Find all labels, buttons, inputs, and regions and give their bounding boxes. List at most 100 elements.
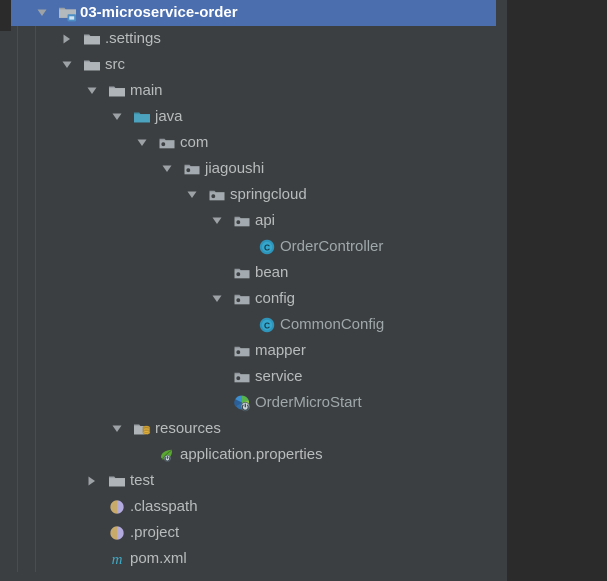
indent-guide bbox=[17, 364, 18, 390]
project-explorer-window: 03-microservice-order .settings src main… bbox=[0, 0, 607, 581]
indent-guide bbox=[35, 182, 36, 208]
indent-guide bbox=[17, 104, 18, 130]
java-class-icon: C bbox=[258, 316, 276, 334]
package-icon bbox=[233, 368, 251, 386]
tree-row-label: src bbox=[105, 56, 125, 73]
tree-row[interactable]: test bbox=[11, 468, 507, 494]
tree-row[interactable]: service bbox=[11, 364, 507, 390]
tree-row-label: springcloud bbox=[230, 186, 307, 203]
indent-guide bbox=[35, 546, 36, 572]
indent-guide bbox=[35, 390, 36, 416]
tree-row[interactable]: jiagoushi bbox=[11, 156, 507, 182]
maven-pom-icon: m bbox=[108, 550, 126, 568]
java-class-icon: C bbox=[258, 238, 276, 256]
tree-row[interactable]: .classpath bbox=[11, 494, 507, 520]
indent-guide bbox=[17, 78, 18, 104]
package-icon bbox=[233, 212, 251, 230]
indent-guide bbox=[17, 234, 18, 260]
tree-row-label: CommonConfig bbox=[280, 316, 385, 333]
tree-row[interactable]: api bbox=[11, 208, 507, 234]
project-folder-icon bbox=[58, 4, 76, 22]
chevron-down-icon[interactable] bbox=[62, 52, 76, 78]
properties-file-icon bbox=[158, 446, 176, 464]
indent-guide bbox=[35, 104, 36, 130]
tree-row-label: test bbox=[130, 472, 155, 489]
tree-row[interactable]: springcloud bbox=[11, 182, 507, 208]
chevron-down-icon[interactable] bbox=[112, 104, 126, 130]
tree-row-label: jiagoushi bbox=[205, 160, 265, 177]
tree-row[interactable]: application.properties bbox=[11, 442, 507, 468]
spring-boot-app-icon bbox=[233, 394, 251, 412]
chevron-down-icon[interactable] bbox=[87, 78, 101, 104]
svg-text:m: m bbox=[112, 552, 123, 568]
tree-row[interactable]: main bbox=[11, 78, 507, 104]
tree-row-label: OrderController bbox=[280, 238, 384, 255]
tree-row[interactable]: src bbox=[11, 52, 507, 78]
chevron-right-icon[interactable] bbox=[87, 468, 101, 494]
tree-row[interactable]: m pom.xml bbox=[11, 546, 507, 572]
package-icon bbox=[233, 342, 251, 360]
tree-row-label: resources bbox=[155, 420, 221, 437]
indent-guide bbox=[35, 442, 36, 468]
tree-row-label: com bbox=[180, 134, 209, 151]
tree-row[interactable]: 03-microservice-order bbox=[11, 0, 507, 26]
indent-guide bbox=[35, 286, 36, 312]
tree-row-label: config bbox=[255, 290, 296, 307]
indent-guide bbox=[17, 208, 18, 234]
vertical-scrollbar-track[interactable] bbox=[496, 0, 507, 581]
svg-text:C: C bbox=[264, 320, 270, 330]
chevron-down-icon[interactable] bbox=[112, 416, 126, 442]
project-tree[interactable]: 03-microservice-order .settings src main… bbox=[11, 0, 507, 581]
package-icon bbox=[158, 134, 176, 152]
chevron-down-icon[interactable] bbox=[187, 182, 201, 208]
package-icon bbox=[183, 160, 201, 178]
indent-guide bbox=[17, 26, 18, 52]
indent-guide bbox=[35, 130, 36, 156]
tree-row[interactable]: bean bbox=[11, 260, 507, 286]
indent-guide bbox=[35, 260, 36, 286]
chevron-down-icon[interactable] bbox=[212, 208, 226, 234]
chevron-right-icon[interactable] bbox=[62, 26, 76, 52]
indent-guide bbox=[35, 338, 36, 364]
indent-guide bbox=[17, 260, 18, 286]
tree-row-label: OrderMicroStart bbox=[255, 394, 362, 411]
tree-row[interactable]: java bbox=[11, 104, 507, 130]
indent-guide bbox=[17, 52, 18, 78]
tree-row[interactable]: .project bbox=[11, 520, 507, 546]
indent-guide bbox=[17, 442, 18, 468]
classpath-file-icon bbox=[108, 498, 126, 516]
tree-row-label: .project bbox=[130, 524, 180, 541]
chevron-down-icon[interactable] bbox=[137, 130, 151, 156]
tree-row[interactable]: C CommonConfig bbox=[11, 312, 507, 338]
tree-row-label: api bbox=[255, 212, 276, 229]
folder-icon bbox=[83, 56, 101, 74]
chevron-down-icon[interactable] bbox=[212, 286, 226, 312]
indent-guide bbox=[17, 182, 18, 208]
tree-row[interactable]: C OrderController bbox=[11, 234, 507, 260]
tree-row-label: service bbox=[255, 368, 303, 385]
indent-guide bbox=[17, 468, 18, 494]
indent-guide bbox=[35, 494, 36, 520]
indent-guide bbox=[35, 468, 36, 494]
chevron-down-icon[interactable] bbox=[162, 156, 176, 182]
indent-guide bbox=[17, 156, 18, 182]
project-file-icon bbox=[108, 524, 126, 542]
indent-guide bbox=[35, 26, 36, 52]
tree-row[interactable]: .settings bbox=[11, 26, 507, 52]
indent-guide bbox=[17, 390, 18, 416]
tree-row[interactable]: OrderMicroStart bbox=[11, 390, 507, 416]
indent-guide bbox=[17, 338, 18, 364]
left-gutter bbox=[0, 31, 11, 581]
tree-row[interactable]: resources bbox=[11, 416, 507, 442]
package-icon bbox=[233, 264, 251, 282]
editor-area bbox=[507, 0, 607, 581]
indent-guide bbox=[17, 494, 18, 520]
folder-icon bbox=[83, 30, 101, 48]
tree-row[interactable]: com bbox=[11, 130, 507, 156]
source-folder-icon bbox=[133, 108, 151, 126]
tree-row[interactable]: config bbox=[11, 286, 507, 312]
tree-row[interactable]: mapper bbox=[11, 338, 507, 364]
tree-row-label: java bbox=[155, 108, 183, 125]
chevron-down-icon[interactable] bbox=[37, 0, 51, 26]
svg-text:C: C bbox=[264, 242, 270, 252]
